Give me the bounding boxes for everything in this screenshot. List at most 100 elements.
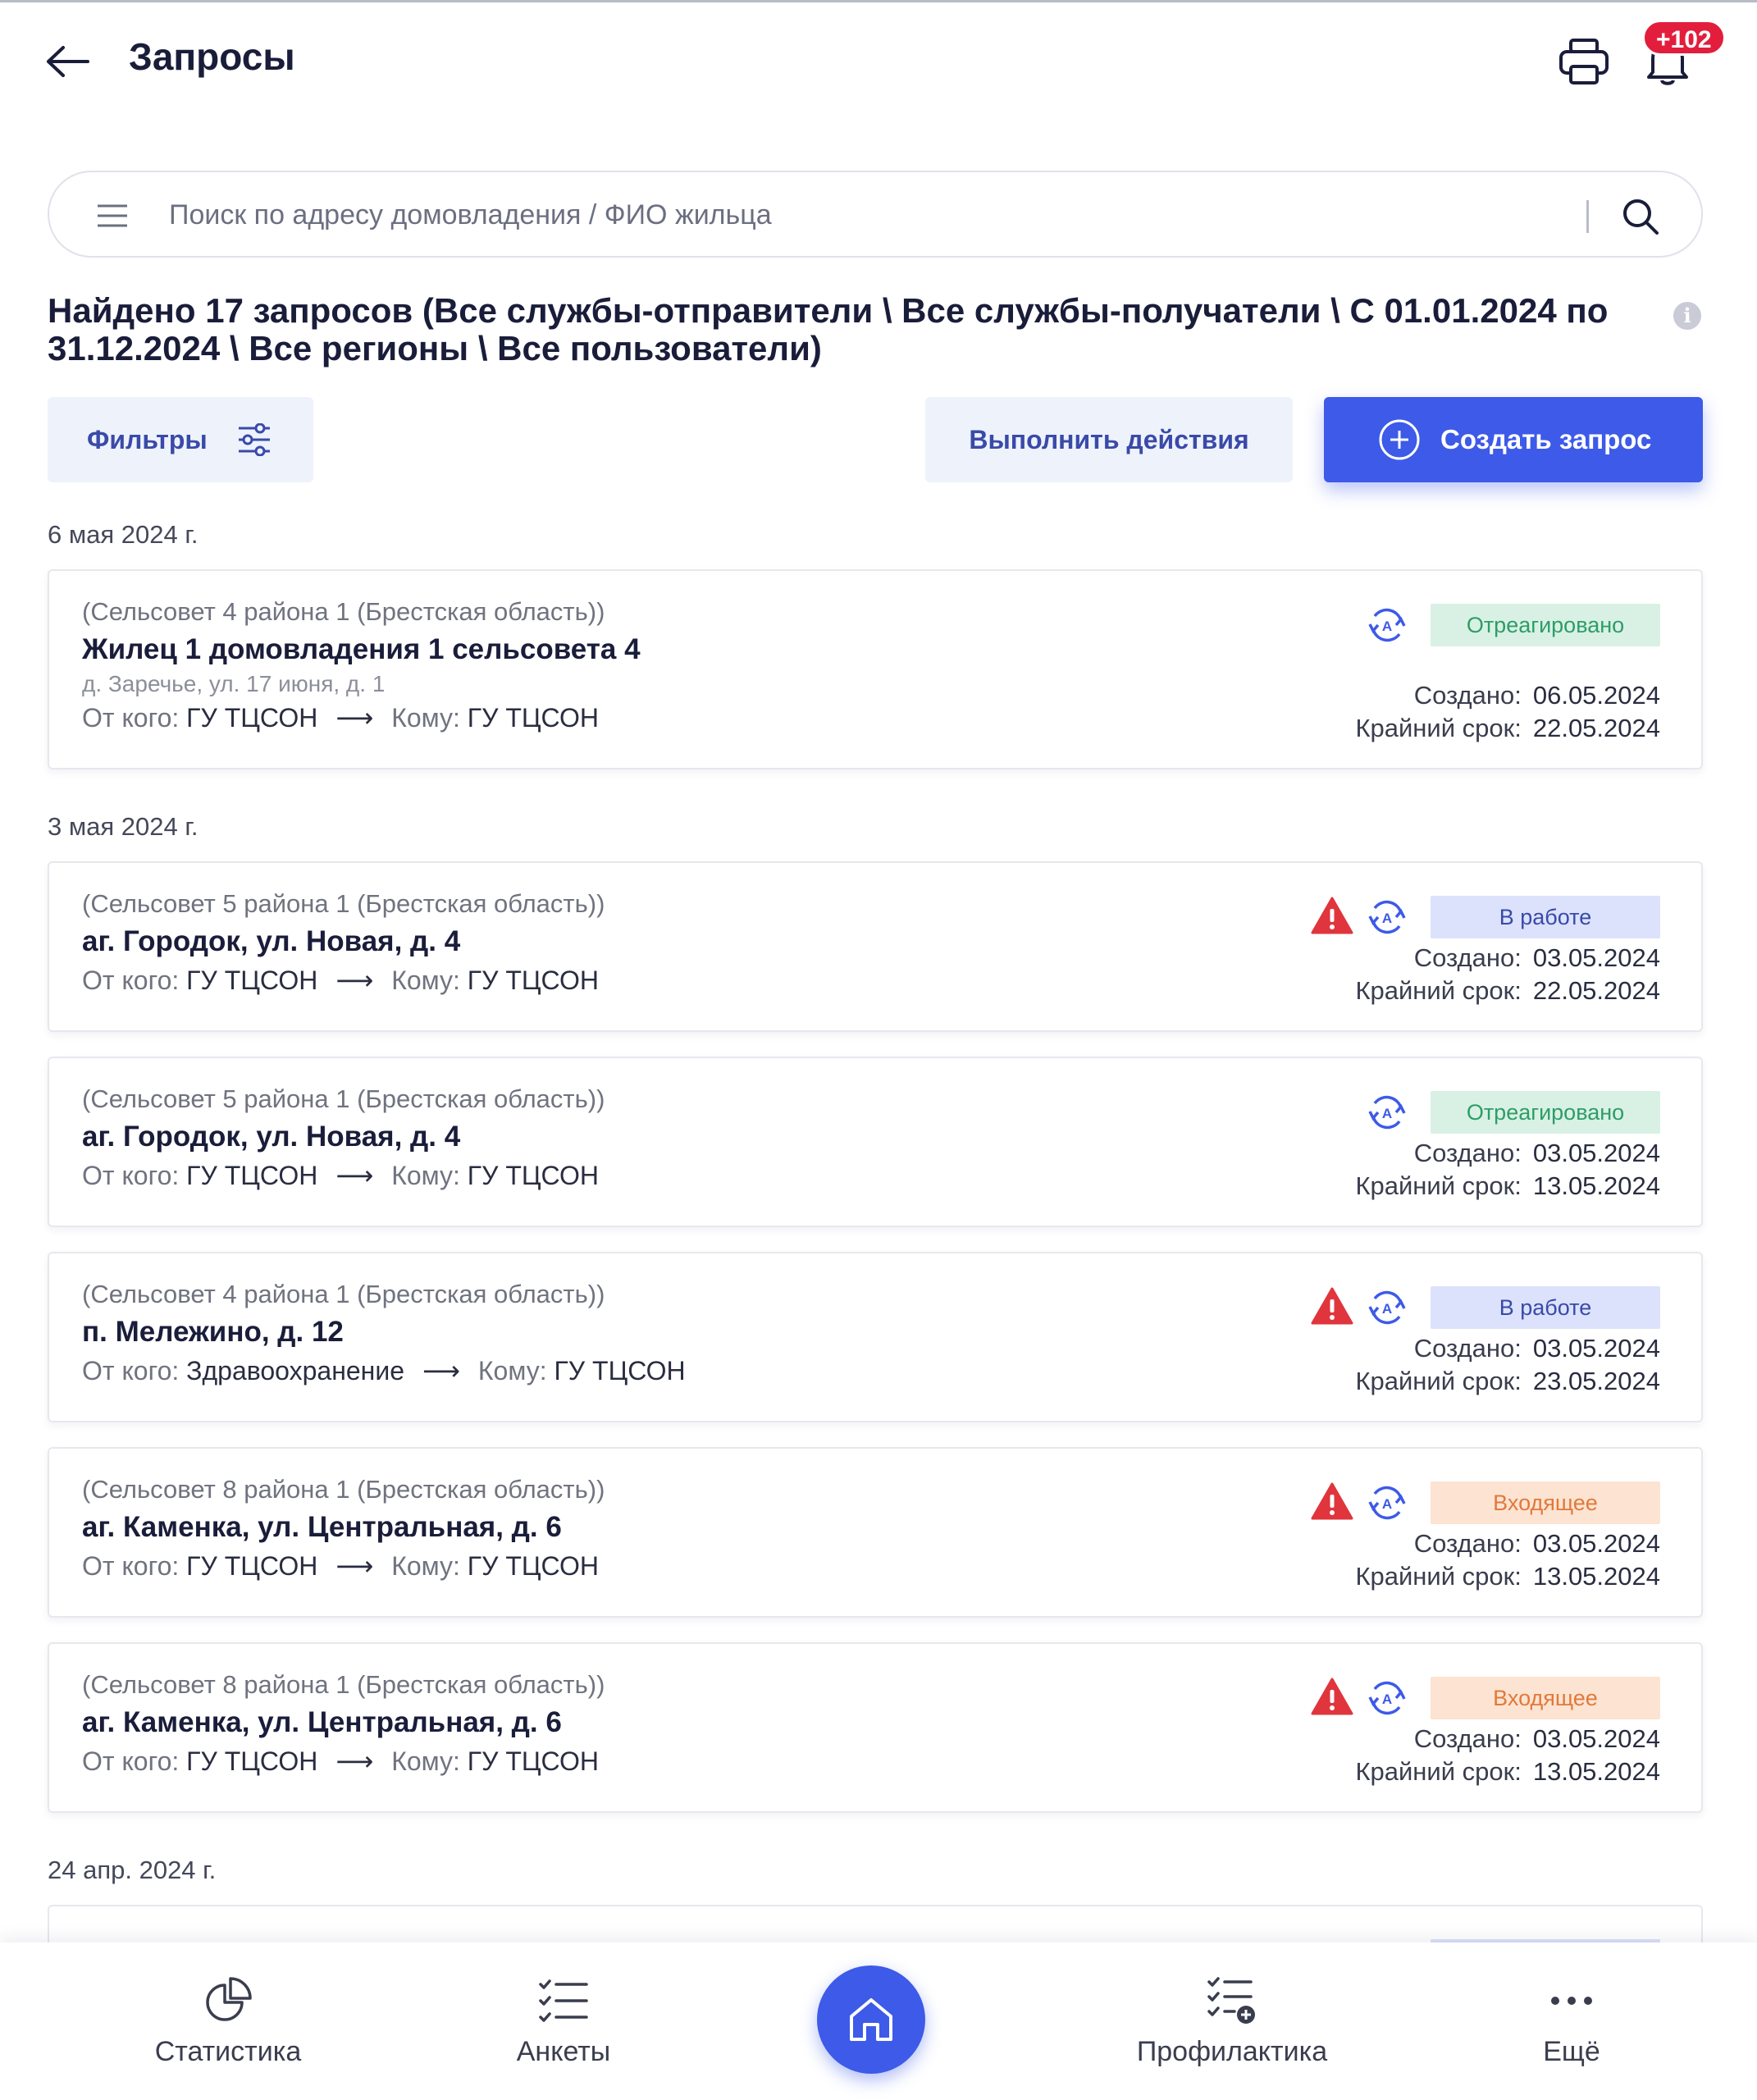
request-card[interactable]: (Сельсовет 8 района 1 (Брестская область…	[48, 1642, 1703, 1813]
to-value: ГУ ТЦСОН	[467, 1746, 599, 1776]
status-badge: В работе	[1431, 1286, 1660, 1329]
create-request-label: Создать запрос	[1440, 424, 1652, 454]
to-label: Кому:	[391, 1160, 460, 1190]
create-request-button[interactable]: Создать запрос	[1324, 397, 1703, 482]
request-title: Жилец 1 домовладения 1 сельсовета 4	[82, 633, 641, 665]
request-title: п. Мележино, д. 12	[82, 1316, 344, 1348]
to-value: ГУ ТЦСОН	[554, 1355, 686, 1386]
execute-actions-label: Выполнить действия	[969, 424, 1249, 454]
to-label: Кому:	[391, 1746, 460, 1776]
to-label: Кому:	[391, 1550, 460, 1581]
request-route: От кого: ГУ ТЦСОН ⟶ Кому: ГУ ТЦСОН	[82, 1550, 599, 1582]
svg-text:A: A	[1382, 1301, 1392, 1317]
page-title: Запросы	[129, 35, 295, 78]
date-group-header: 6 мая 2024 г.	[48, 520, 199, 549]
request-dates: Создано: 03.05.2024 Крайний срок: 22.05.20…	[1266, 942, 1660, 1007]
request-card[interactable]: (Сельсовет 4 района 1 (Брестская область…	[48, 569, 1703, 769]
from-value: Здравоохранение	[186, 1355, 405, 1386]
nav-item-questionnaires[interactable]: Анкеты	[432, 1972, 695, 2079]
request-org: (Сельсовет 8 района 1 (Брестская область…	[82, 1475, 605, 1504]
sync-icon: A	[1364, 1091, 1410, 1134]
created-label: Создано:	[1413, 1529, 1522, 1558]
request-card[interactable]: (Сельсовет 8 района 1 (Брестская область…	[48, 1447, 1703, 1618]
menu-icon	[98, 204, 127, 227]
deadline-value: 13.05.2024	[1532, 1171, 1660, 1200]
from-value: ГУ ТЦСОН	[186, 1746, 318, 1776]
request-address: д. Заречье, ул. 17 июня, д. 1	[82, 671, 386, 696]
request-card[interactable]: (Сельсовет 4 района 1 (Брестская область…	[48, 1252, 1703, 1422]
request-org: (Сельсовет 5 района 1 (Брестская область…	[82, 1084, 605, 1113]
request-card[interactable]: (Сельсовет 5 района 1 (Брестская область…	[48, 1057, 1703, 1227]
to-value: ГУ ТЦСОН	[467, 1160, 599, 1190]
sliders-icon	[238, 423, 270, 456]
filters-button[interactable]: Фильтры	[48, 397, 313, 482]
info-icon[interactable]: i	[1673, 302, 1701, 330]
deadline-label: Крайний срок:	[1355, 1562, 1522, 1591]
arrow-right-icon: ⟶	[335, 1746, 374, 1776]
created-value: 06.05.2024	[1532, 681, 1660, 710]
warning-icon	[1309, 1285, 1355, 1327]
request-org: (Сельсовет 4 района 1 (Брестская область…	[82, 597, 605, 626]
search-button[interactable]	[1616, 192, 1665, 241]
printer-icon	[1559, 39, 1609, 84]
request-route: От кого: Здравоохранение ⟶ Кому: ГУ ТЦСО…	[82, 1355, 686, 1386]
request-org: (Сельсовет 4 района 1 (Брестская область…	[82, 1280, 605, 1308]
search-menu-button[interactable]	[94, 197, 131, 235]
svg-text:A: A	[1382, 1106, 1392, 1121]
nav-home-button[interactable]	[817, 1965, 925, 2074]
created-value: 03.05.2024	[1532, 1334, 1660, 1363]
sync-icon: A	[1364, 1481, 1410, 1524]
sync-icon: A	[1364, 1286, 1410, 1329]
arrow-right-icon: ⟶	[335, 703, 374, 733]
status-badge: В работе	[1431, 896, 1660, 938]
from-value: ГУ ТЦСОН	[186, 702, 318, 733]
from-label: От кого:	[82, 702, 180, 733]
nav-item-statistics[interactable]: Статистика	[97, 1972, 359, 2079]
deadline-value: 13.05.2024	[1532, 1757, 1660, 1786]
warning-icon	[1309, 894, 1355, 937]
from-label: От кого:	[82, 1746, 180, 1776]
to-value: ГУ ТЦСОН	[467, 702, 599, 733]
created-label: Создано:	[1413, 1334, 1522, 1363]
checklist-add-icon	[1203, 1972, 1261, 2029]
status-badge: Входящее	[1431, 1481, 1660, 1524]
request-route: От кого: ГУ ТЦСОН ⟶ Кому: ГУ ТЦСОН	[82, 965, 599, 996]
sync-icon: A	[1364, 1677, 1410, 1719]
pie-chart-icon	[199, 1972, 257, 2029]
search-input[interactable]	[169, 190, 1596, 240]
from-value: ГУ ТЦСОН	[186, 1550, 318, 1581]
nav-item-prevention[interactable]: Профилактика	[1101, 1972, 1363, 2079]
request-title: аг. Городок, ул. Новая, д. 4	[82, 925, 461, 957]
request-dates: Создано: 03.05.2024 Крайний срок: 13.05.20…	[1266, 1527, 1660, 1593]
nav-label: Ещё	[1543, 2036, 1600, 2067]
request-dates: Создано: 03.05.2024 Крайний срок: 13.05.20…	[1266, 1137, 1660, 1203]
deadline-label: Крайний срок:	[1355, 976, 1522, 1005]
request-org: (Сельсовет 5 района 1 (Брестская область…	[82, 889, 605, 918]
from-value: ГУ ТЦСОН	[186, 965, 318, 995]
from-label: От кого:	[82, 1355, 180, 1386]
request-route: От кого: ГУ ТЦСОН ⟶ Кому: ГУ ТЦСОН	[82, 1746, 599, 1777]
nav-label: Анкеты	[516, 2036, 611, 2067]
plus-circle-icon	[1379, 419, 1420, 460]
deadline-value: 23.05.2024	[1532, 1367, 1660, 1395]
print-button[interactable]	[1555, 33, 1613, 90]
created-value: 03.05.2024	[1532, 1724, 1660, 1753]
request-card[interactable]: (Сельсовет 5 района 1 (Брестская область…	[48, 861, 1703, 1032]
deadline-value: 13.05.2024	[1532, 1562, 1660, 1591]
back-button[interactable]	[43, 36, 94, 87]
svg-text:A: A	[1382, 619, 1392, 634]
request-title: аг. Каменка, ул. Центральная, д. 6	[82, 1511, 562, 1543]
nav-item-more[interactable]: Ещё	[1440, 1972, 1703, 2079]
created-value: 03.05.2024	[1532, 943, 1660, 972]
warning-icon	[1309, 1480, 1355, 1522]
svg-text:A: A	[1382, 1691, 1392, 1707]
to-label: Кому:	[477, 1355, 547, 1386]
nav-label: Статистика	[154, 2036, 302, 2067]
search-divider	[1586, 200, 1589, 233]
filters-label: Фильтры	[87, 424, 208, 454]
deadline-value: 22.05.2024	[1532, 714, 1660, 742]
to-label: Кому:	[391, 965, 460, 995]
created-label: Создано:	[1413, 681, 1522, 710]
execute-actions-button[interactable]: Выполнить действия	[925, 397, 1293, 482]
notifications-badge: +102	[1642, 20, 1726, 56]
